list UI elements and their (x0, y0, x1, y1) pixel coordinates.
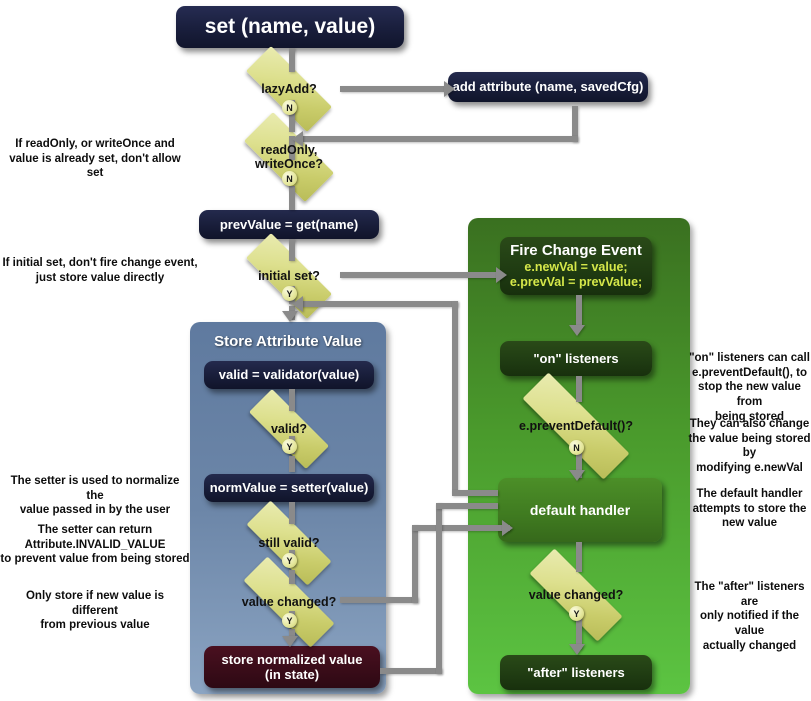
connector-storenormalized-out-v (436, 503, 442, 674)
note-invalid-value: The setter can return Attribute.INVALID_… (0, 524, 190, 566)
node-prev-value[interactable]: prevValue = get(name) (199, 210, 379, 239)
connector-normvalue-to-stillvalid (289, 502, 295, 524)
arrowhead-lazyadd-yes (444, 81, 455, 97)
node-prev-value-label: prevValue = get(name) (219, 216, 359, 232)
note-after-listeners: The "after" listeners are only notified … (694, 581, 805, 652)
connector-set-to-lazyadd (289, 48, 295, 72)
connector-defaulthandler-to-valuechanged (576, 542, 582, 572)
connector-lazyadd-yes (340, 86, 448, 92)
branch-label-prevent-default-no: N (569, 440, 584, 455)
node-validator[interactable]: valid = validator(value) (204, 361, 374, 389)
node-add-attribute-label: add attribute (name, savedCfg) (452, 79, 644, 95)
decision-still-valid-label: still valid? (258, 535, 320, 550)
connector-defaulthandler-loopback-in (452, 490, 498, 496)
decision-valid-label: valid? (270, 421, 308, 436)
decision-lazy-add-label: lazyAdd? (261, 81, 317, 96)
decision-read-only-line1: readOnly, (260, 142, 318, 157)
connector-validator-to-valid (289, 389, 295, 411)
node-after-listeners[interactable]: "after" listeners (500, 655, 652, 690)
node-norm-value[interactable]: normValue = setter(value) (204, 474, 374, 502)
branch-label-value-changed-event-yes: Y (569, 606, 584, 621)
node-on-listeners[interactable]: "on" listeners (500, 341, 652, 376)
panel-store-title: Store Attribute Value (214, 333, 362, 350)
node-fire-change-event-line2: e.prevVal = prevValue; (509, 274, 643, 289)
node-add-attribute[interactable]: add attribute (name, savedCfg) (448, 72, 648, 102)
node-set-label: set (name, value) (204, 14, 376, 38)
branch-label-value-changed-store-yes: Y (282, 613, 297, 628)
node-on-listeners-label: "on" listeners (533, 350, 619, 366)
connector-fire-to-on (576, 295, 582, 327)
connector-bluevaluechanged-into-handler (412, 525, 510, 531)
connector-valid-yes-2 (289, 456, 295, 472)
branch-label-valid-yes: Y (282, 439, 297, 454)
connector-on-to-preventdefault (576, 376, 582, 402)
connector-defaulthandler-loopback-v (452, 301, 458, 493)
arrowhead-initialset-no (496, 267, 507, 283)
connector-bluevaluechanged-out-v (412, 525, 418, 603)
node-fire-change-event[interactable]: Fire Change Event e.newVal = value; e.pr… (500, 237, 652, 295)
node-store-normalized-line2: (in state) (264, 667, 320, 682)
decision-value-changed-store-label: value changed? (241, 594, 337, 609)
arrowhead-after-listeners (569, 644, 585, 655)
node-validator-label: valid = validator(value) (218, 367, 360, 383)
flowchart-canvas: Store Attribute Value set (name, value) … (0, 0, 811, 701)
note-readonly: If readOnly, or writeOnce and value is a… (9, 138, 181, 180)
node-norm-value-label: normValue = setter(value) (209, 480, 369, 496)
node-after-listeners-label: "after" listeners (527, 664, 625, 680)
connector-storenormalized-into-handler (436, 503, 498, 509)
note-on-listeners-preventdefault: "on" listeners can call e.preventDefault… (689, 352, 810, 423)
connector-stillvalid-yes-2 (289, 570, 295, 584)
connector-defaulthandler-loopback-h (298, 301, 458, 307)
arrowhead-store-normalized (282, 636, 298, 647)
arrowhead-into-store-panel (282, 311, 298, 322)
arrowhead-preventdefault-no (569, 470, 585, 481)
note-default-handler: The default handler attempts to store th… (692, 488, 807, 530)
branch-label-initial-set-yes: Y (282, 286, 297, 301)
decision-initial-set-label: initial set? (258, 268, 320, 283)
node-default-handler[interactable]: default handler (498, 478, 662, 542)
connector-bluevaluechanged-out-h (340, 597, 418, 603)
connector-initialset-no (340, 272, 500, 278)
note-initial-set: If initial set, don't fire change event,… (2, 257, 198, 284)
decision-read-only-line2: writeOnce? (254, 157, 324, 171)
branch-label-read-only-no: N (282, 171, 297, 186)
node-set[interactable]: set (name, value) (176, 6, 404, 48)
note-setter-normalize: The setter is used to normalize the valu… (10, 475, 180, 517)
branch-label-still-valid-yes: Y (282, 553, 297, 568)
connector-prevvalue-to-initialset (289, 239, 295, 261)
node-fire-change-event-title: Fire Change Event (510, 242, 642, 260)
node-default-handler-label: default handler (529, 501, 631, 518)
node-fire-change-event-line1: e.newVal = value; (524, 260, 628, 275)
branch-label-lazy-add-no: N (282, 100, 297, 115)
connector-storenormalized-out-h (380, 668, 442, 674)
node-store-normalized-value[interactable]: store normalized value (in state) (204, 646, 380, 688)
arrowhead-fire-to-on (569, 325, 585, 336)
decision-prevent-default-label: e.preventDefault()? (519, 418, 633, 433)
decision-value-changed-event-label: value changed? (528, 587, 624, 602)
arrowhead-bluevaluechanged-into-handler (502, 520, 513, 536)
note-only-store-if-different: Only store if new value is different fro… (25, 590, 165, 632)
note-on-listeners-modify: They can also change the value being sto… (688, 418, 811, 475)
connector-addattr-back (300, 136, 578, 142)
connector-readonly-no (289, 186, 295, 210)
node-store-normalized-line1: store normalized value (221, 651, 363, 667)
